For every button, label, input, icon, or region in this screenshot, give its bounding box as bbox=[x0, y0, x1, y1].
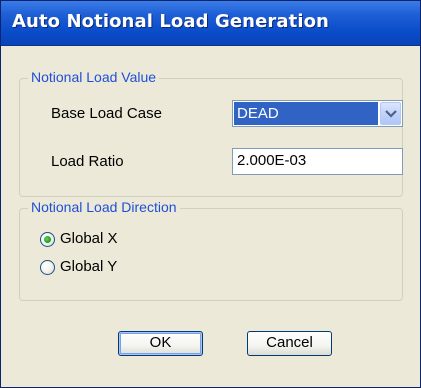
load-ratio-label: Load Ratio bbox=[51, 153, 124, 170]
notional-load-value-group: Notional Load Value Base Load Case DEAD … bbox=[19, 69, 403, 197]
radio-global-y-label: Global Y bbox=[60, 258, 118, 275]
radio-selected-icon[interactable] bbox=[40, 232, 55, 247]
notional-load-direction-group: Notional Load Direction Global X Global … bbox=[19, 199, 403, 301]
base-load-case-label: Base Load Case bbox=[51, 105, 162, 122]
radio-dot-icon bbox=[44, 236, 51, 243]
radio-unselected-icon[interactable] bbox=[40, 260, 55, 275]
base-load-case-selected-value: DEAD bbox=[234, 102, 378, 125]
window-title: Auto Notional Load Generation bbox=[12, 11, 329, 32]
dialog-body: Notional Load Value Base Load Case DEAD … bbox=[1, 46, 420, 387]
cancel-button[interactable]: Cancel bbox=[247, 331, 332, 356]
load-ratio-input[interactable]: 2.000E-03 bbox=[232, 148, 403, 175]
radio-global-x-label: Global X bbox=[60, 230, 118, 247]
base-load-case-dropdown[interactable]: DEAD bbox=[232, 100, 403, 127]
dropdown-button[interactable] bbox=[380, 102, 401, 125]
notional-load-value-legend: Notional Load Value bbox=[28, 69, 160, 85]
chevron-down-icon bbox=[385, 110, 397, 118]
notional-load-direction-legend: Notional Load Direction bbox=[28, 199, 180, 215]
dialog-window: Auto Notional Load Generation Notional L… bbox=[0, 0, 421, 388]
title-bar[interactable]: Auto Notional Load Generation bbox=[1, 1, 420, 46]
ok-button[interactable]: OK bbox=[118, 331, 203, 356]
